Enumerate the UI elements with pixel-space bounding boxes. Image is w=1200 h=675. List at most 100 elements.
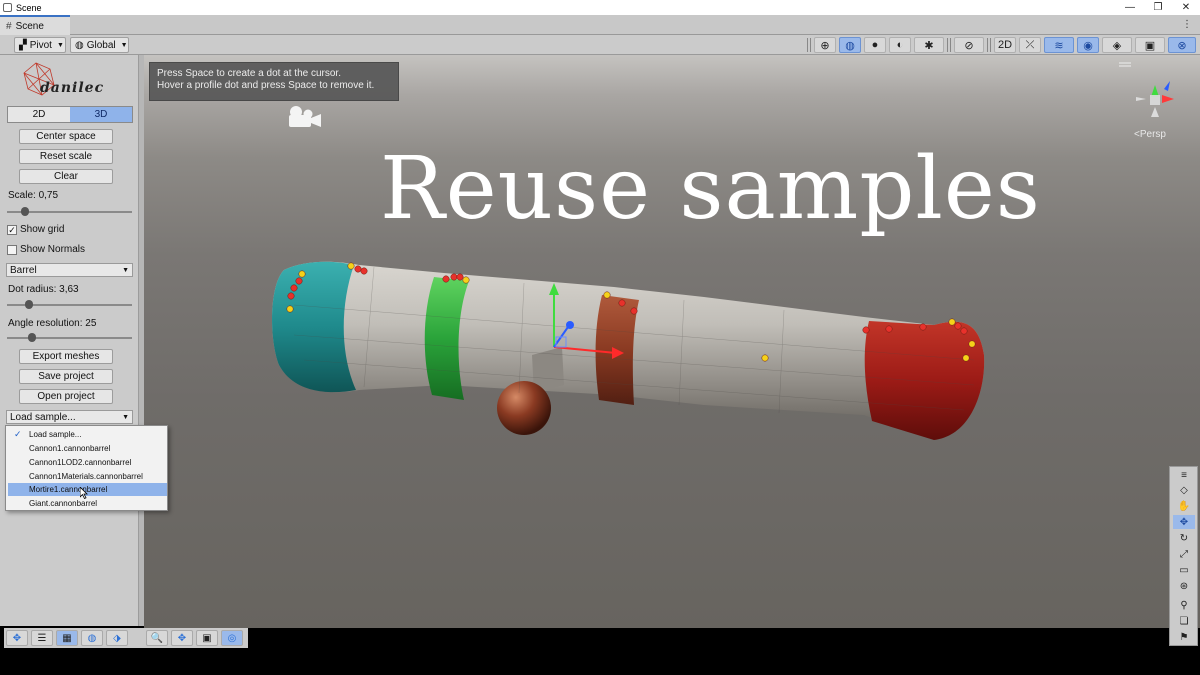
mouse-cursor-icon [80,487,88,499]
dimension-toggle: 2D 3D [7,106,133,123]
dot-radius-slider[interactable] [7,300,132,310]
clear-button[interactable]: Clear [19,169,113,184]
terrain-tool-icon[interactable]: ⚑ [1173,630,1195,644]
persp-label[interactable]: <Persp [1134,129,1166,140]
close-button[interactable]: ✕ [1172,0,1200,15]
crosshair-icon[interactable]: ⊕ [814,37,836,53]
maximize-button[interactable]: ❐ [1144,0,1172,15]
search-icon[interactable]: 🔍 [146,630,168,646]
slider-thumb[interactable] [28,333,37,342]
load-sample-value: Load sample... [10,411,76,423]
global-dropdown[interactable]: ◍ Global ▼ [70,37,129,53]
mode-3d-button[interactable]: 3D [70,107,132,122]
scale-tool-icon[interactable]: ⤢ [1173,547,1195,561]
dropdown-item[interactable]: Cannon1LOD2.cannonbarrel [8,456,167,469]
toggle-2d-icon[interactable]: 2D [994,37,1016,53]
red-band [864,321,985,440]
drag-handle-icon[interactable]: ≡ [1173,468,1195,482]
save-project-button[interactable]: Save project [19,369,113,384]
camera-settings-icon[interactable]: ▣ [1135,37,1165,53]
tab-bar: # Scene ⋮ [0,15,1200,35]
show-normals-toggle[interactable]: Show Normals [7,244,85,255]
scene-grid-icon: # [6,20,12,32]
transform-tool-icon[interactable]: ⊛ [1173,579,1195,593]
pivot-dropdown[interactable]: ▞ Pivot ▼ [14,37,66,53]
camera-view-icon[interactable]: ▣ [196,630,218,646]
window-controls: — ❐ ✕ [1116,0,1200,15]
load-sample-select[interactable]: Load sample... ▼ [6,410,133,424]
chevron-down-icon: ▼ [56,41,64,49]
slider-track [7,337,132,339]
hand-tool-icon[interactable]: ✋ [1173,499,1195,513]
slider-thumb[interactable] [21,207,30,216]
window-titlebar: Scene — ❐ ✕ [0,0,1200,15]
teal-band [272,261,356,393]
toolbar-separator [947,38,951,52]
toolbar-separator [807,38,811,52]
hint-line-2: Hover a profile dot and press Space to r… [157,80,375,91]
open-project-button[interactable]: Open project [19,389,113,404]
view-cube-icon[interactable]: ◇ [1173,483,1195,497]
global-label: Global [86,39,116,51]
rotate-tool-icon[interactable]: ↻ [1173,531,1195,545]
debug-bug-icon[interactable]: ✱ [914,37,944,53]
tab-menu-icon[interactable]: ⋮ [1182,19,1192,30]
sphere-overlay-icon[interactable]: ◍ [81,630,103,646]
checkbox-show-normals[interactable] [7,244,17,255]
center-space-button[interactable]: Center space [19,129,113,144]
scene-toolbar: ▞ Pivot ▼ ◍ Global ▼ ⊕ ◍ ● ◐ ✱ ⊘ 2D ⤫ ≋ … [0,35,1200,55]
chevron-down-icon: ▼ [122,266,129,274]
scene-viewport[interactable]: Press Space to create a dot at the curso… [144,55,1200,628]
lighting-icon[interactable]: ◐ [889,37,911,53]
dropdown-item-label: Cannon1.cannonbarrel [29,444,111,453]
dot-radius-label: Dot radius: 3,63 [8,284,79,295]
export-meshes-button[interactable]: Export meshes [19,349,113,364]
orbit-view-icon[interactable]: ◎ [221,630,243,646]
logo-wordmark: danilec [40,80,105,96]
custom-tool-icon[interactable]: ⚲ [1173,598,1195,612]
minimize-button[interactable]: — [1116,0,1144,15]
move-tool-icon[interactable]: ✥ [1173,515,1195,529]
solid-sphere-icon[interactable]: ● [864,37,886,53]
move-overlay-icon[interactable]: ✥ [6,630,28,646]
cannonball [497,381,551,435]
globe-icon: ◍ [75,39,84,51]
shape-select[interactable]: Barrel ▼ [6,263,133,277]
audio-mute-icon[interactable]: ⤫ [1019,37,1041,53]
grid-overlay-icon[interactable]: ▦ [56,630,78,646]
dropdown-item[interactable]: ✓ Load sample... [8,428,167,441]
layers-icon[interactable]: ◈ [1102,37,1132,53]
rect-tool-icon[interactable]: ▭ [1173,563,1195,577]
show-normals-label: Show Normals [20,244,86,255]
dropdown-item-label: Giant.cannonbarrel [29,499,98,508]
dropdown-item-label: Load sample... [29,430,82,439]
mode-2d-button[interactable]: 2D [8,107,70,122]
dropdown-item[interactable]: Cannon1.cannonbarrel [8,442,167,455]
show-grid-label: Show grid [20,224,65,235]
shaded-mode-icon[interactable]: ◍ [839,37,861,53]
angle-resolution-slider[interactable] [7,333,132,343]
slider-thumb[interactable] [24,300,33,309]
tab-scene[interactable]: # Scene [0,15,70,35]
overlay-title: Reuse samples [380,139,1041,239]
scene-camera-icon [289,106,321,127]
reset-scale-button[interactable]: Reset scale [19,149,113,164]
layers-overlay-icon[interactable]: ⬗ [106,630,128,646]
effects-icon[interactable]: ≋ [1044,37,1074,53]
scene-tools-strip: ≡ ◇ ✋ ✥ ↻ ⤢ ▭ ⊛ ⚲ ❏ ⚑ [1169,466,1198,646]
copy-tool-icon[interactable]: ❏ [1173,614,1195,628]
visibility-eye-icon[interactable]: ◉ [1077,37,1099,53]
pivot-icon: ▞ [19,39,27,51]
move-view-icon[interactable]: ✥ [171,630,193,646]
dropdown-item[interactable]: Cannon1Materials.cannonbarrel [8,470,167,483]
compass-icon[interactable]: ⊘ [954,37,984,53]
show-grid-toggle[interactable]: ✓ Show grid [7,224,64,235]
overlay-toolbar-left: ✥ ☰ ▦ ◍ ⬗ [4,628,144,648]
gizmos-icon[interactable]: ⊗ [1168,37,1196,53]
list-overlay-icon[interactable]: ☰ [31,630,53,646]
window-title: Scene [16,2,42,13]
checkbox-show-grid[interactable]: ✓ [7,224,17,235]
tab-scene-label: Scene [15,20,44,32]
unity-app-icon [3,3,12,12]
scale-slider[interactable] [7,207,132,217]
